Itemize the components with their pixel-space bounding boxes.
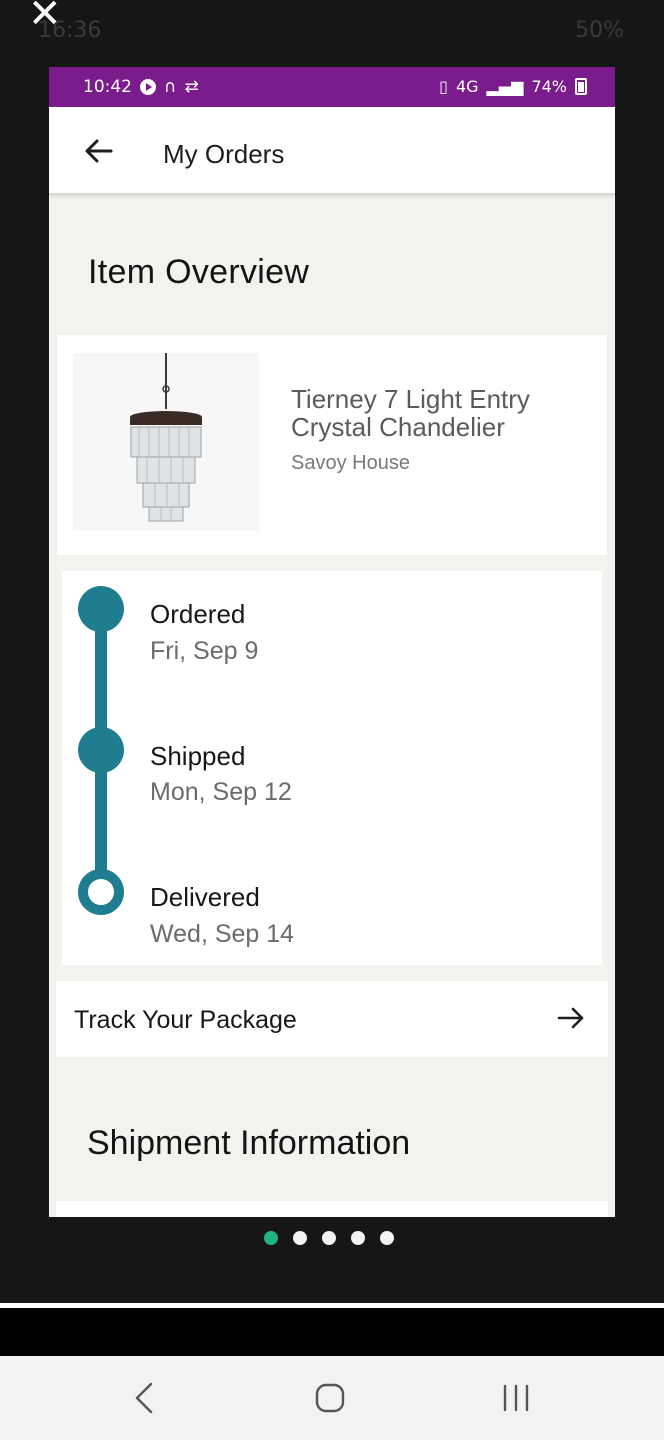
timeline-date-delivered: Wed, Sep 14: [150, 920, 295, 948]
item-card[interactable]: Tierney 7 Light Entry Crystal Chandelier…: [57, 335, 607, 555]
pager-dot[interactable]: [264, 1231, 278, 1245]
network-type: 4G: [455, 77, 479, 96]
media-play-icon: [140, 79, 156, 95]
outer-status-bar: 16:36 50% ✕: [0, 0, 664, 60]
timeline-label-delivered: Delivered: [150, 882, 260, 912]
item-name: Tierney 7 Light Entry Crystal Chandelier: [291, 384, 530, 442]
nav-recents-icon[interactable]: [496, 1378, 536, 1418]
usb-icon: ⇄: [184, 77, 199, 97]
forward-arrow-icon: [557, 1007, 584, 1029]
track-package-button[interactable]: Track Your Package: [56, 981, 608, 1057]
inner-battery-level: 74%: [531, 77, 567, 96]
product-image: [73, 353, 259, 531]
timeline-label-ordered: Ordered: [150, 599, 246, 629]
order-timeline: Ordered Fri, Sep 9 Shipped Mon, Sep 12 D…: [62, 571, 602, 965]
timeline-dot-shipped: [78, 727, 124, 773]
pager-dot[interactable]: [380, 1231, 394, 1245]
outer-status-icons: 50%: [575, 18, 624, 43]
timeline-dot-ordered: [78, 586, 124, 632]
system-nav-bar: [0, 1356, 664, 1440]
outer-battery-level: 50%: [575, 18, 624, 43]
phone-screenshot: 10:42 ∩ ⇄ ▯ 4G ▂▄▆ 74% My Orders Item Ov…: [49, 67, 615, 1217]
shipment-card: [56, 1201, 608, 1217]
timeline-label-shipped: Shipped: [150, 741, 246, 771]
close-icon[interactable]: ✕: [28, 0, 62, 34]
back-arrow-icon[interactable]: [81, 133, 117, 169]
headset-icon: ∩: [164, 77, 177, 97]
nav-back-icon[interactable]: [125, 1378, 165, 1418]
shipment-information-heading: Shipment Information: [87, 1124, 411, 1162]
pager-dot[interactable]: [322, 1231, 336, 1245]
vibrate-icon: ▯: [439, 77, 448, 96]
inner-clock: 10:42: [83, 77, 132, 97]
timeline-dot-delivered: [78, 869, 124, 915]
nav-home-icon[interactable]: [310, 1378, 350, 1418]
app-bar: My Orders: [49, 107, 615, 195]
pager-dot[interactable]: [351, 1231, 365, 1245]
item-overview-heading: Item Overview: [88, 253, 310, 291]
chandelier-icon: [130, 353, 202, 522]
timeline-date-shipped: Mon, Sep 12: [150, 778, 292, 806]
spacer-band: [0, 1308, 664, 1356]
item-brand: Savoy House: [291, 452, 410, 474]
page-title: My Orders: [163, 139, 285, 169]
image-pager: [264, 1231, 394, 1245]
track-package-label: Track Your Package: [74, 1006, 297, 1034]
timeline-date-ordered: Fri, Sep 9: [150, 637, 259, 665]
pager-dot[interactable]: [293, 1231, 307, 1245]
signal-icon: ▂▄▆: [486, 77, 524, 96]
inner-status-bar: 10:42 ∩ ⇄ ▯ 4G ▂▄▆ 74%: [49, 67, 615, 107]
battery-icon: [575, 78, 587, 95]
